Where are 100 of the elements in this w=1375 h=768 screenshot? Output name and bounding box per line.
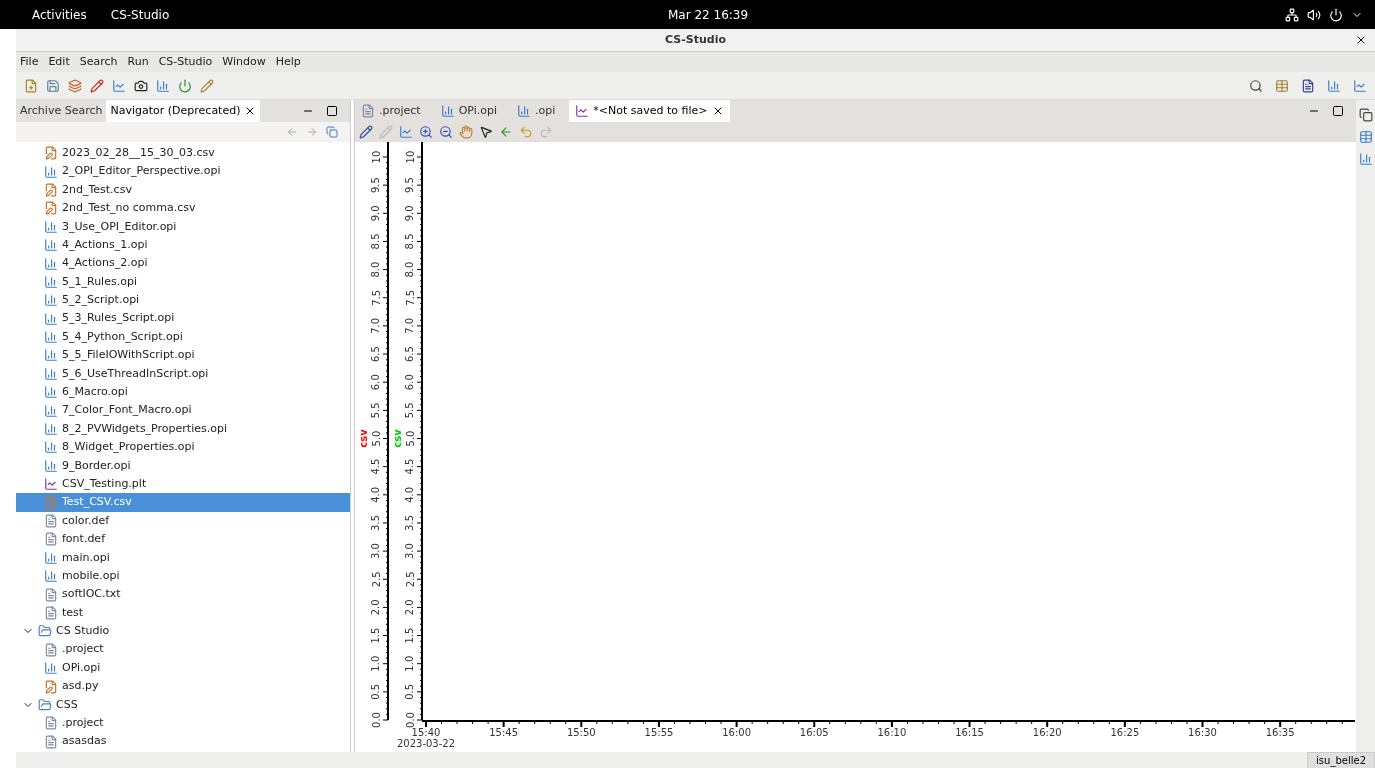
axis-tick-label: 4.0 xyxy=(404,486,416,503)
tree-item[interactable]: 3_Use_OPI_Editor.opi xyxy=(16,217,350,236)
chart-page-icon xyxy=(44,293,58,308)
tree-item[interactable]: asd.py xyxy=(16,677,350,696)
tree-item[interactable]: 5_6_UseThreadInScript.opi xyxy=(16,364,350,384)
layers-icon[interactable] xyxy=(68,78,82,93)
menu-item[interactable]: Window xyxy=(222,53,266,71)
pencil-icon[interactable] xyxy=(359,125,373,139)
tree-item[interactable]: 4_Actions_1.opi xyxy=(16,235,350,255)
chart-page-icon xyxy=(44,219,58,234)
network-icon[interactable] xyxy=(1285,7,1299,22)
tree-item[interactable]: asasdas xyxy=(16,732,350,751)
zoom-in-icon[interactable] xyxy=(419,125,433,139)
tree-item[interactable]: 5_4_Python_Script.opi xyxy=(16,327,350,347)
line-chart-icon[interactable] xyxy=(1353,78,1367,93)
editor-tab[interactable]: .project xyxy=(355,100,427,122)
pointer-icon[interactable] xyxy=(479,125,493,139)
tree-item[interactable]: main.opi xyxy=(16,548,350,567)
chart-page-icon[interactable] xyxy=(1358,152,1373,166)
maximize-icon[interactable] xyxy=(326,105,338,117)
axis-tick-label: 15:55 xyxy=(644,727,674,738)
tree-item[interactable]: 8_Widget_Properties.opi xyxy=(16,438,350,457)
panel-tab[interactable]: Navigator (Deprecated) xyxy=(106,100,261,122)
document-icon xyxy=(44,716,58,731)
new-file-icon[interactable] xyxy=(24,78,38,93)
tree-item[interactable]: test xyxy=(16,603,350,623)
chart-page-icon xyxy=(517,104,532,118)
search-icon[interactable] xyxy=(1249,78,1263,93)
line-chart-icon xyxy=(44,477,58,492)
tree-item[interactable]: softIOC.txt xyxy=(16,585,350,604)
chart-page-icon[interactable] xyxy=(1327,78,1341,93)
tree-item[interactable]: 5_1_Rules.opi xyxy=(16,272,350,292)
pencil-icon[interactable] xyxy=(90,78,104,93)
undo-icon[interactable] xyxy=(519,125,533,139)
axis-tick-label: 6.5 xyxy=(404,346,416,362)
menu-item[interactable]: Run xyxy=(127,53,149,71)
hand-icon[interactable] xyxy=(459,125,473,139)
axis-tick-label: 16:35 xyxy=(1265,727,1295,738)
maximize-icon[interactable] xyxy=(1332,105,1344,117)
axis-tick-label: 8.0 xyxy=(370,261,382,278)
tree-item[interactable]: CSV_Testing.plt xyxy=(16,475,350,494)
axis-tick-label: 0.5 xyxy=(370,683,382,700)
clock[interactable]: Mar 22 16:39 xyxy=(668,5,749,24)
document-icon[interactable] xyxy=(1301,78,1315,93)
volume-icon[interactable] xyxy=(1307,7,1321,22)
app-menu[interactable]: CS-Studio xyxy=(110,5,170,24)
tree-item[interactable]: color.def xyxy=(16,511,350,531)
tree-item[interactable]: 5_5_FileIOWithScript.opi xyxy=(16,346,350,365)
editor-tab[interactable]: *<Not saved to file> xyxy=(569,100,730,122)
zoom-out-icon[interactable] xyxy=(439,125,453,139)
editor-tab[interactable]: .opi xyxy=(511,100,562,122)
power-icon[interactable] xyxy=(1329,7,1343,22)
axis-tick-label: 0.5 xyxy=(404,683,416,700)
tree-item[interactable]: CS Studio xyxy=(16,622,350,641)
tree-item[interactable]: font.def xyxy=(16,530,350,549)
axis-tick-label: 16:05 xyxy=(799,727,829,738)
tree-item[interactable]: 6_Macro.opi xyxy=(16,383,350,402)
menu-item[interactable]: Edit xyxy=(48,53,70,71)
chart-page-icon xyxy=(44,366,58,381)
activities-button[interactable]: Activities xyxy=(12,5,87,24)
tree-item[interactable]: 7_Color_Font_Macro.opi xyxy=(16,401,350,420)
tree-item[interactable]: 8_2_PVWidgets_Properties.opi xyxy=(16,419,350,439)
close-icon[interactable] xyxy=(1355,34,1367,46)
tree-item[interactable]: .project xyxy=(16,714,350,733)
line-chart-icon[interactable] xyxy=(399,125,413,139)
menu-item[interactable]: Search xyxy=(79,53,118,71)
tree-item[interactable]: OPi.opi xyxy=(16,658,350,678)
menu-item[interactable]: File xyxy=(20,53,39,71)
axis-tick-label: 4.5 xyxy=(404,458,416,475)
pencil-page-icon xyxy=(44,201,58,216)
table-icon[interactable] xyxy=(1358,130,1373,144)
camera-icon[interactable] xyxy=(134,78,148,93)
panel-tab[interactable]: Archive Search xyxy=(16,100,107,122)
restore-icon[interactable] xyxy=(1358,108,1373,122)
tree-item[interactable]: 5_3_Rules_Script.opi xyxy=(16,309,350,328)
chart-page-icon xyxy=(44,385,58,400)
axis-tick-label: 1.5 xyxy=(370,627,382,644)
axis-tick-label: 16:30 xyxy=(1188,727,1217,738)
menu-item[interactable]: CS-Studio xyxy=(158,53,213,71)
tree-item[interactable]: 4_Actions_2.opi xyxy=(16,254,350,273)
menu-item[interactable]: Help xyxy=(275,53,301,71)
window-title: CS-Studio xyxy=(665,31,726,48)
tree-item[interactable]: 2nd_Test_no comma.csv xyxy=(16,199,350,218)
document-icon xyxy=(44,514,58,528)
tree-item[interactable]: 2nd_Test.csv xyxy=(16,180,350,200)
editor-tab[interactable]: OPi.opi xyxy=(434,100,504,122)
tree-item[interactable]: 9_Border.opi xyxy=(16,456,350,476)
tree-item[interactable]: CSS xyxy=(16,695,350,715)
tree-item[interactable]: 2_OPI_Editor_Perspective.opi xyxy=(16,162,350,181)
line-chart-icon[interactable] xyxy=(112,78,126,93)
save-icon[interactable] xyxy=(46,78,60,93)
tree-item[interactable]: mobile.opi xyxy=(16,567,350,586)
chart-page-icon[interactable] xyxy=(156,78,170,93)
tree-item[interactable]: 5_2_Script.opi xyxy=(16,291,350,310)
axis-tick-label: 4.5 xyxy=(370,458,382,475)
table-icon[interactable] xyxy=(1275,78,1289,93)
axis-tick-label: 7.0 xyxy=(404,317,416,334)
tree-item[interactable]: 2023_02_28__15_30_03.csv xyxy=(16,144,350,163)
axis-tick-label: 6.0 xyxy=(370,374,382,391)
tree-item[interactable]: .project xyxy=(16,640,350,659)
